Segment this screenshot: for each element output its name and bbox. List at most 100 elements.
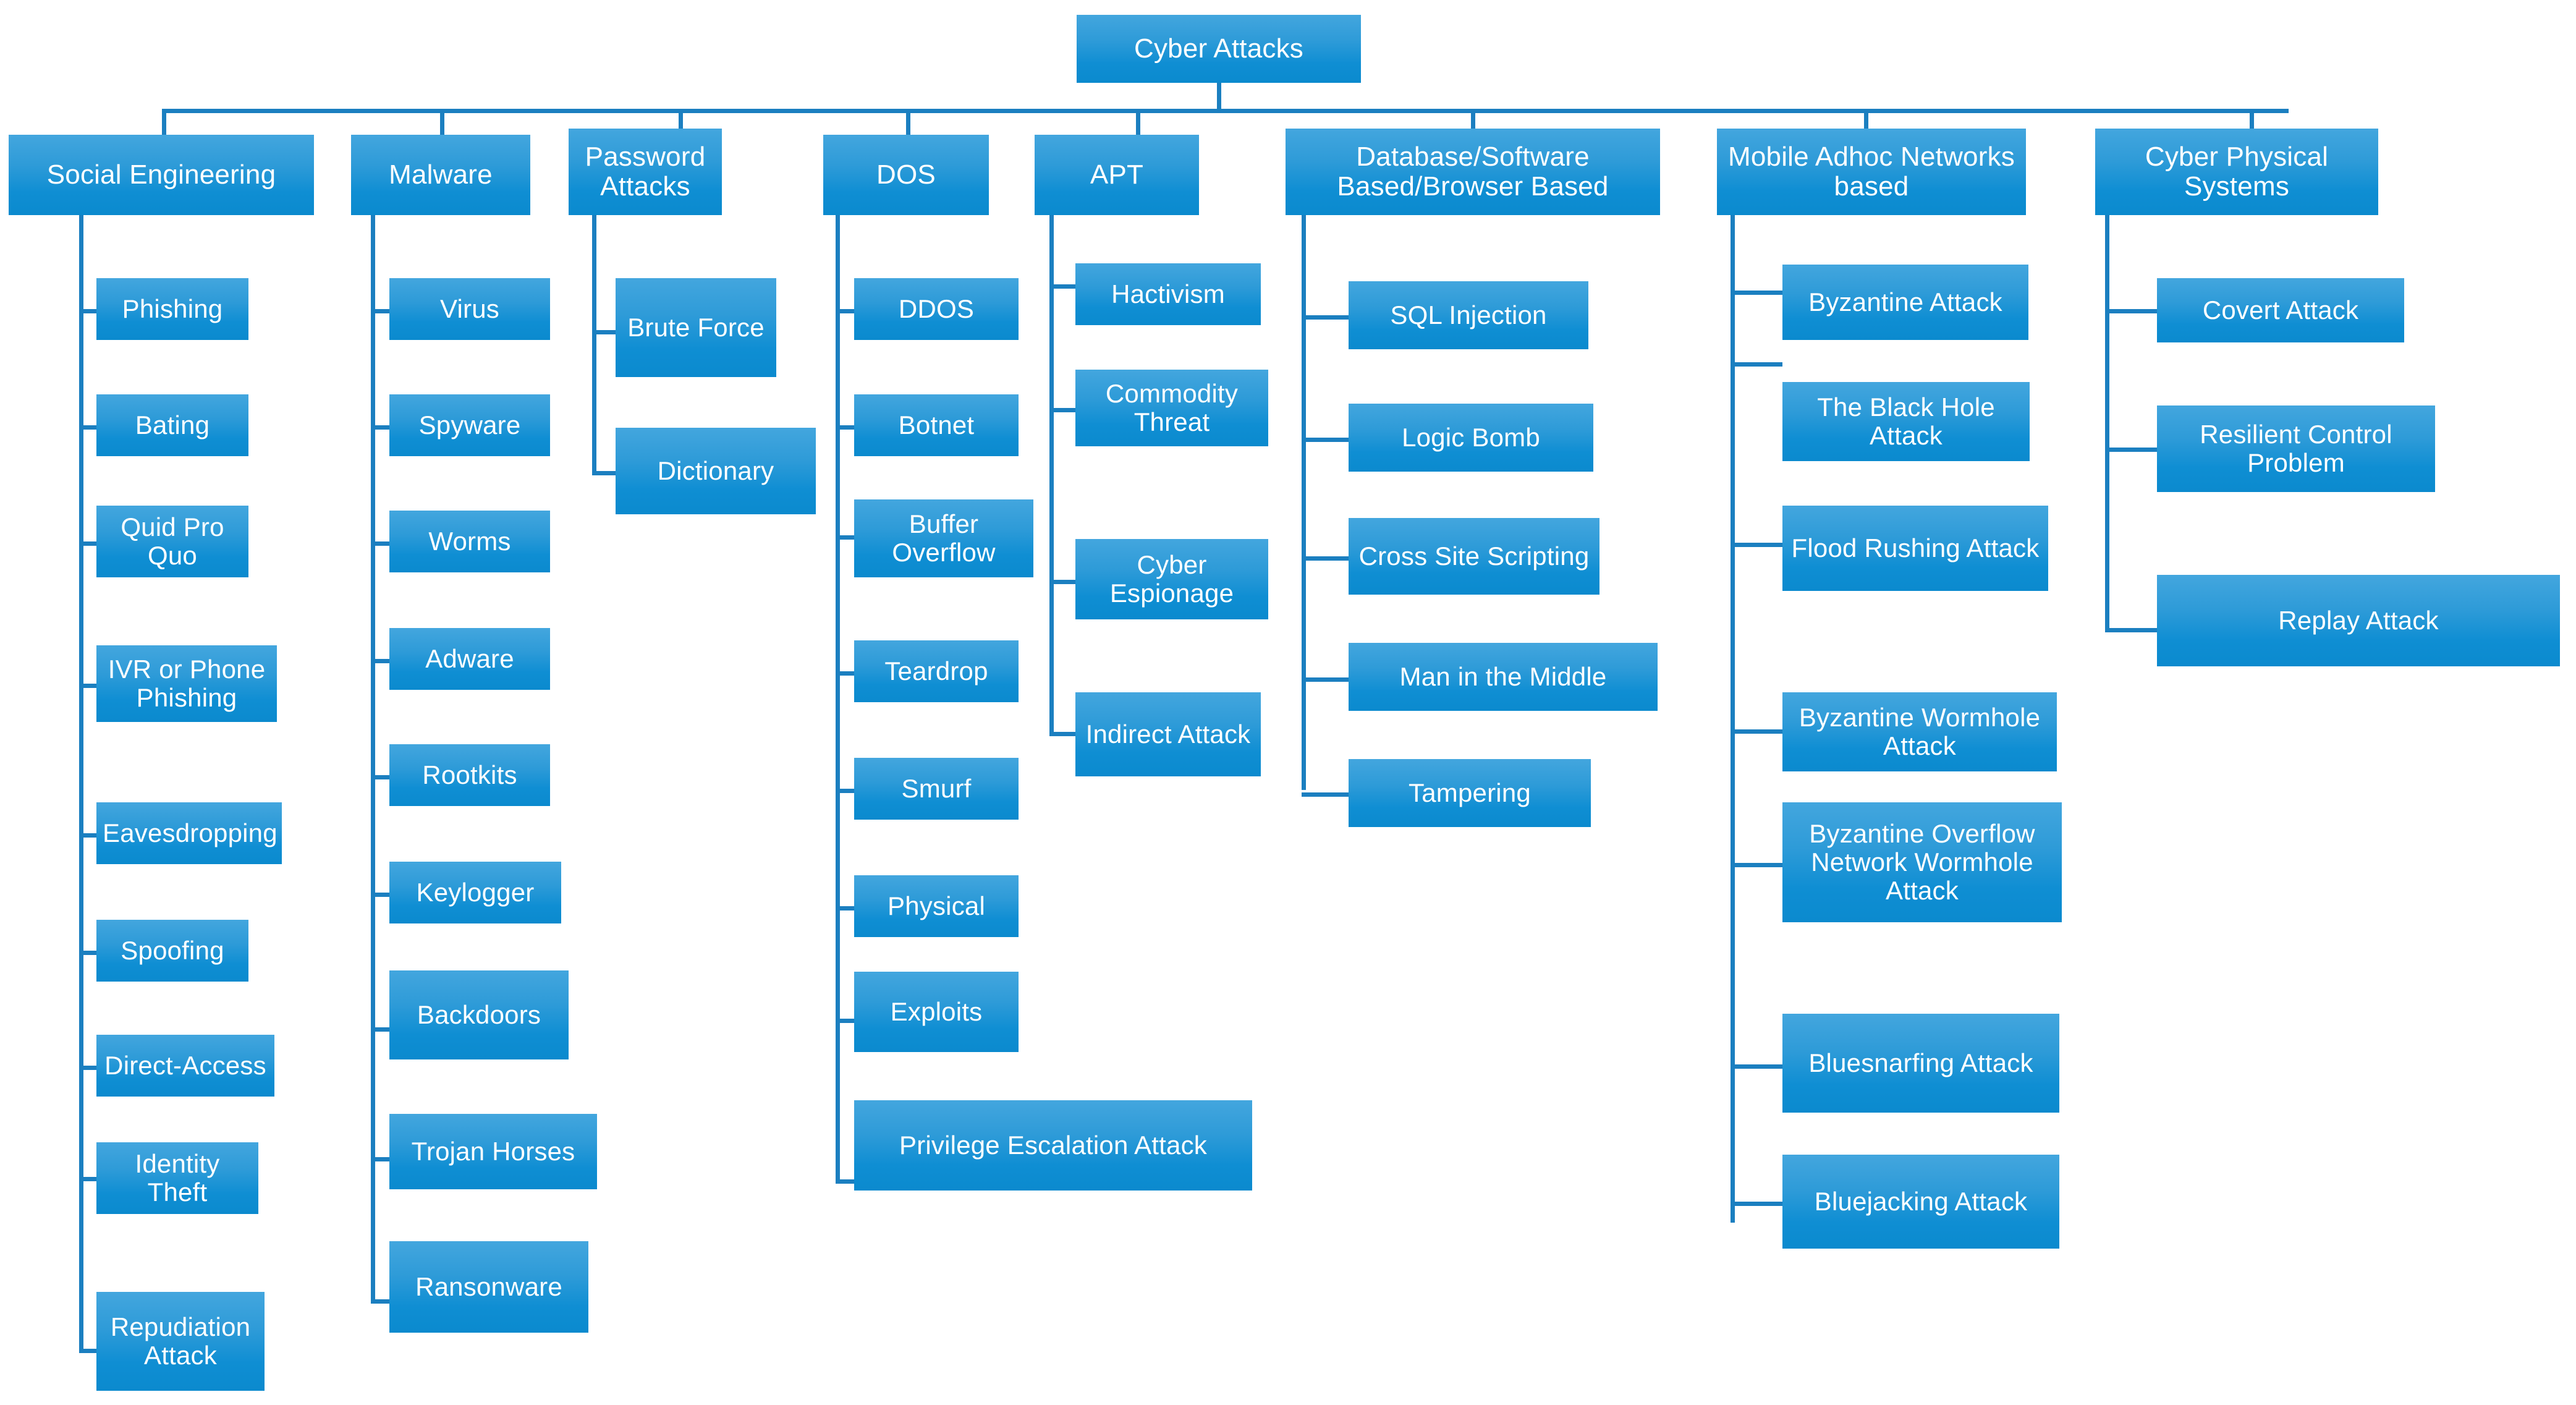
connector-branch-pw-1 bbox=[592, 471, 616, 475]
leaf-node-eavesdropping[interactable]: Eavesdropping bbox=[96, 802, 282, 864]
leaf-label-resilient-control-problem: Resilient Control Problem bbox=[2200, 419, 2392, 477]
leaf-label-rootkits: Rootkits bbox=[422, 760, 517, 789]
leaf-node-byzantine-wormhole-attack[interactable]: Byzantine Wormhole Attack bbox=[1782, 692, 2057, 771]
leaf-label-privilege-escalation-attack: Privilege Escalation Attack bbox=[899, 1130, 1207, 1160]
leaf-label-spyware: Spyware bbox=[418, 410, 521, 439]
leaf-node-man-in-the-middle[interactable]: Man in the Middle bbox=[1349, 643, 1658, 711]
connector-branch-dos-6 bbox=[836, 1019, 854, 1023]
leaf-label-covert-attack: Covert Attack bbox=[2202, 295, 2359, 325]
connector-trunk-malware bbox=[371, 215, 375, 1303]
leaf-node-cross-site-scripting[interactable]: Cross Site Scripting bbox=[1349, 518, 1599, 595]
leaf-node-trojan-horses[interactable]: Trojan Horses bbox=[389, 1114, 597, 1189]
connector-branch-pw-0 bbox=[592, 330, 616, 334]
category-node-social-engineering[interactable]: Social Engineering bbox=[9, 135, 314, 215]
leaf-label-spoofing: Spoofing bbox=[121, 935, 224, 965]
leaf-node-phishing[interactable]: Phishing bbox=[96, 278, 248, 340]
leaf-node-buffer-overflow[interactable]: Buffer Overflow bbox=[854, 499, 1033, 577]
connector-branch-db-4 bbox=[1302, 792, 1349, 797]
connector-branch-ma-4 bbox=[1731, 863, 1782, 867]
connector-branch-mw-0 bbox=[371, 309, 389, 313]
leaf-node-repudiation-attack[interactable]: Repudiation Attack bbox=[96, 1292, 265, 1391]
leaf-node-replay-attack[interactable]: Replay Attack bbox=[2157, 575, 2560, 666]
category-node-database-software-browser[interactable]: Database/Software Based/Browser Based bbox=[1286, 129, 1660, 215]
leaf-node-logic-bomb[interactable]: Logic Bomb bbox=[1349, 404, 1593, 472]
category-node-dos[interactable]: DOS bbox=[823, 135, 989, 215]
leaf-node-ddos[interactable]: DDOS bbox=[854, 278, 1019, 340]
connector-branch-apt-2 bbox=[1049, 580, 1075, 584]
leaf-label-bluesnarfing-attack: Bluesnarfing Attack bbox=[1808, 1048, 2033, 1077]
connector-branch-mw-7 bbox=[371, 1157, 389, 1161]
connector-branch-ma-3 bbox=[1731, 729, 1782, 734]
leaf-label-bating: Bating bbox=[135, 410, 210, 439]
leaf-node-spyware[interactable]: Spyware bbox=[389, 394, 550, 456]
leaf-node-hactivism[interactable]: Hactivism bbox=[1075, 263, 1261, 325]
leaf-node-indirect-attack[interactable]: Indirect Attack bbox=[1075, 692, 1261, 776]
root-node-cyber-attacks[interactable]: Cyber Attacks bbox=[1077, 15, 1361, 83]
leaf-node-resilient-control-problem[interactable]: Resilient Control Problem bbox=[2157, 405, 2435, 492]
leaf-node-flood-rushing-attack[interactable]: Flood Rushing Attack bbox=[1782, 506, 2048, 591]
leaf-node-teardrop[interactable]: Teardrop bbox=[854, 640, 1019, 702]
leaf-node-adware[interactable]: Adware bbox=[389, 628, 550, 690]
category-label-dos: DOS bbox=[876, 159, 936, 190]
leaf-node-bluejacking-attack[interactable]: Bluejacking Attack bbox=[1782, 1155, 2059, 1249]
leaf-node-bluesnarfing-attack[interactable]: Bluesnarfing Attack bbox=[1782, 1014, 2059, 1113]
leaf-node-quid-pro-quo[interactable]: Quid Pro Quo bbox=[96, 506, 248, 577]
leaf-label-ransonware: Ransonware bbox=[415, 1271, 562, 1301]
connector-root-stem bbox=[1217, 83, 1221, 111]
leaf-node-botnet[interactable]: Botnet bbox=[854, 394, 1019, 456]
leaf-node-commodity-threat[interactable]: Commodity Threat bbox=[1075, 370, 1268, 446]
leaf-label-commodity-threat: Commodity Threat bbox=[1105, 378, 1239, 436]
leaf-node-ivr-or-phone-phishing[interactable]: IVR or Phone Phishing bbox=[96, 645, 277, 722]
connector-branch-ma-6 bbox=[1731, 1202, 1782, 1206]
connector-branch-db-2 bbox=[1302, 556, 1349, 561]
leaf-node-tampering[interactable]: Tampering bbox=[1349, 759, 1591, 827]
connector-branch-mw-8 bbox=[371, 1299, 389, 1304]
leaf-node-cyber-espionage[interactable]: Cyber Espionage bbox=[1075, 539, 1268, 619]
leaf-node-covert-attack[interactable]: Covert Attack bbox=[2157, 278, 2404, 342]
leaf-label-identity-theft: Identity Theft bbox=[135, 1148, 220, 1207]
leaf-node-worms[interactable]: Worms bbox=[389, 511, 550, 572]
leaf-label-byzantine-attack: Byzantine Attack bbox=[1808, 287, 2002, 316]
leaf-node-rootkits[interactable]: Rootkits bbox=[389, 744, 550, 806]
leaf-node-sql-injection[interactable]: SQL Injection bbox=[1349, 281, 1588, 349]
leaf-label-adware: Adware bbox=[425, 643, 514, 673]
leaf-label-logic-bomb: Logic Bomb bbox=[1402, 422, 1540, 452]
leaf-node-physical[interactable]: Physical bbox=[854, 875, 1019, 937]
leaf-node-privilege-escalation-attack[interactable]: Privilege Escalation Attack bbox=[854, 1100, 1252, 1191]
category-node-malware[interactable]: Malware bbox=[351, 135, 530, 215]
leaf-node-ransonware[interactable]: Ransonware bbox=[389, 1241, 588, 1333]
connector-branch-se-2 bbox=[79, 541, 96, 546]
connector-branch-dos-7 bbox=[836, 1179, 854, 1184]
connector-branch-dos-4 bbox=[836, 789, 854, 793]
leaf-node-smurf[interactable]: Smurf bbox=[854, 758, 1019, 820]
leaf-label-exploits: Exploits bbox=[890, 996, 983, 1026]
connector-branch-dos-2 bbox=[836, 535, 854, 540]
connector-branch-cps-0 bbox=[2105, 309, 2157, 313]
category-node-password-attacks[interactable]: Password Attacks bbox=[569, 129, 722, 215]
leaf-node-keylogger[interactable]: Keylogger bbox=[389, 862, 561, 923]
leaf-node-byzantine-overflow-network-wormhole-attack[interactable]: Byzantine Overflow Network Wormhole Atta… bbox=[1782, 802, 2062, 922]
leaf-node-brute-force[interactable]: Brute Force bbox=[616, 278, 776, 377]
connector-branch-ma-5 bbox=[1731, 1064, 1782, 1069]
connector-branch-mw-1 bbox=[371, 425, 389, 430]
leaf-node-virus[interactable]: Virus bbox=[389, 278, 550, 340]
category-node-apt[interactable]: APT bbox=[1035, 135, 1199, 215]
leaf-node-bating[interactable]: Bating bbox=[96, 394, 248, 456]
leaf-node-direct-access[interactable]: Direct-Access bbox=[96, 1035, 274, 1097]
category-node-mobile-adhoc-networks[interactable]: Mobile Adhoc Networks based bbox=[1717, 129, 2026, 215]
taxonomy-diagram: Cyber Attacks Social Engineering Malware… bbox=[0, 0, 2576, 1405]
leaf-node-dictionary[interactable]: Dictionary bbox=[616, 428, 816, 514]
leaf-node-exploits[interactable]: Exploits bbox=[854, 972, 1019, 1052]
leaf-node-the-black-hole-attack[interactable]: The Black Hole Attack bbox=[1782, 382, 2030, 461]
leaf-label-cross-site-scripting: Cross Site Scripting bbox=[1358, 541, 1590, 571]
leaf-node-byzantine-attack[interactable]: Byzantine Attack bbox=[1782, 265, 2028, 340]
category-label-malware: Malware bbox=[389, 159, 493, 190]
connector-branch-mw-4 bbox=[371, 775, 389, 779]
leaf-node-spoofing[interactable]: Spoofing bbox=[96, 920, 248, 982]
leaf-label-man-in-the-middle: Man in the Middle bbox=[1399, 661, 1607, 691]
leaf-node-backdoors[interactable]: Backdoors bbox=[389, 970, 569, 1059]
category-node-cyber-physical-systems[interactable]: Cyber Physical Systems bbox=[2095, 129, 2378, 215]
leaf-label-trojan-horses: Trojan Horses bbox=[411, 1136, 575, 1166]
leaf-node-identity-theft[interactable]: Identity Theft bbox=[96, 1142, 258, 1214]
leaf-label-botnet: Botnet bbox=[898, 410, 975, 439]
